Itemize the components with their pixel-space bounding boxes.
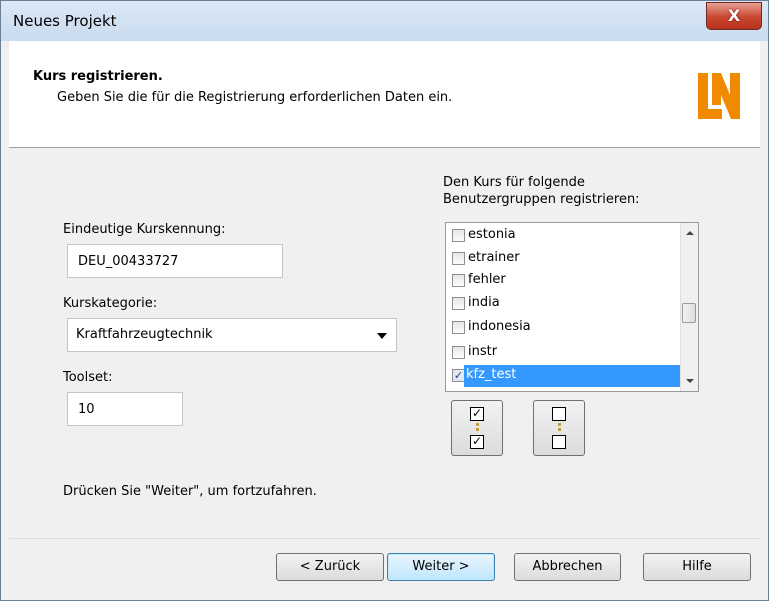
checkbox[interactable] bbox=[452, 321, 465, 334]
uncheck-all-button[interactable] bbox=[533, 400, 585, 456]
page-subtitle: Geben Sie die für die Registrierung erfo… bbox=[57, 90, 453, 105]
checkbox[interactable] bbox=[452, 229, 465, 242]
category-value: Kraftfahrzeugtechnik bbox=[76, 327, 213, 342]
list-item[interactable]: india bbox=[450, 293, 680, 315]
hint-text: Drücken Sie "Weiter", um fortzufahren. bbox=[63, 484, 317, 499]
category-label: Kurskategorie: bbox=[63, 296, 158, 311]
list-item[interactable]: fehler bbox=[450, 270, 680, 292]
scroll-down-icon[interactable] bbox=[686, 379, 694, 383]
help-button[interactable]: Hilfe bbox=[643, 553, 751, 581]
list-item-selected[interactable]: kfz_test bbox=[464, 365, 684, 387]
next-button[interactable]: Weiter > bbox=[387, 553, 495, 581]
groups-label-line2: Benutzergruppen registrieren: bbox=[443, 192, 640, 207]
checkbox[interactable] bbox=[452, 346, 465, 359]
list-item[interactable]: indonesia bbox=[450, 317, 680, 339]
page-title: Kurs registrieren. bbox=[33, 69, 163, 84]
list-item[interactable]: estonia bbox=[450, 225, 680, 247]
scroll-up-icon[interactable] bbox=[686, 231, 694, 235]
dialog-window: Neues Projekt X Kurs registrieren. Geben… bbox=[0, 0, 769, 601]
checkbox[interactable] bbox=[452, 274, 465, 287]
close-icon: X bbox=[727, 6, 741, 25]
toolset-input[interactable]: 10 bbox=[67, 392, 183, 426]
list-item[interactable]: etrainer bbox=[450, 248, 680, 270]
button-bar: < Zurück Weiter > Abbrechen Hilfe bbox=[9, 538, 760, 600]
chevron-down-icon[interactable] bbox=[377, 333, 387, 339]
course-id-input[interactable]: DEU_00433727 bbox=[67, 244, 283, 278]
toolset-label: Toolset: bbox=[63, 370, 113, 385]
wizard-content: Eindeutige Kurskennung: DEU_00433727 Kur… bbox=[9, 148, 760, 538]
ln-logo: LN bbox=[698, 73, 740, 119]
wizard-header: Kurs registrieren. Geben Sie die für die… bbox=[9, 41, 760, 148]
check-all-button[interactable]: ✓ ✓ bbox=[451, 400, 503, 456]
cancel-button[interactable]: Abbrechen bbox=[514, 553, 621, 581]
close-button[interactable]: X bbox=[706, 2, 762, 30]
checkbox[interactable] bbox=[452, 252, 465, 265]
course-id-label: Eindeutige Kurskennung: bbox=[63, 222, 226, 237]
checkbox[interactable] bbox=[452, 297, 465, 310]
groups-label-line1: Den Kurs für folgende bbox=[443, 175, 585, 190]
category-select[interactable]: Kraftfahrzeugtechnik bbox=[67, 318, 397, 352]
user-groups-list[interactable]: estonia etrainer fehler india indonesia … bbox=[445, 222, 699, 392]
back-button[interactable]: < Zurück bbox=[276, 553, 384, 581]
list-scrollbar[interactable] bbox=[680, 223, 698, 391]
scroll-thumb[interactable] bbox=[682, 303, 696, 323]
list-item[interactable]: instr bbox=[450, 342, 680, 364]
title-bar[interactable]: Neues Projekt X bbox=[1, 1, 768, 41]
window-title: Neues Projekt bbox=[13, 12, 117, 30]
